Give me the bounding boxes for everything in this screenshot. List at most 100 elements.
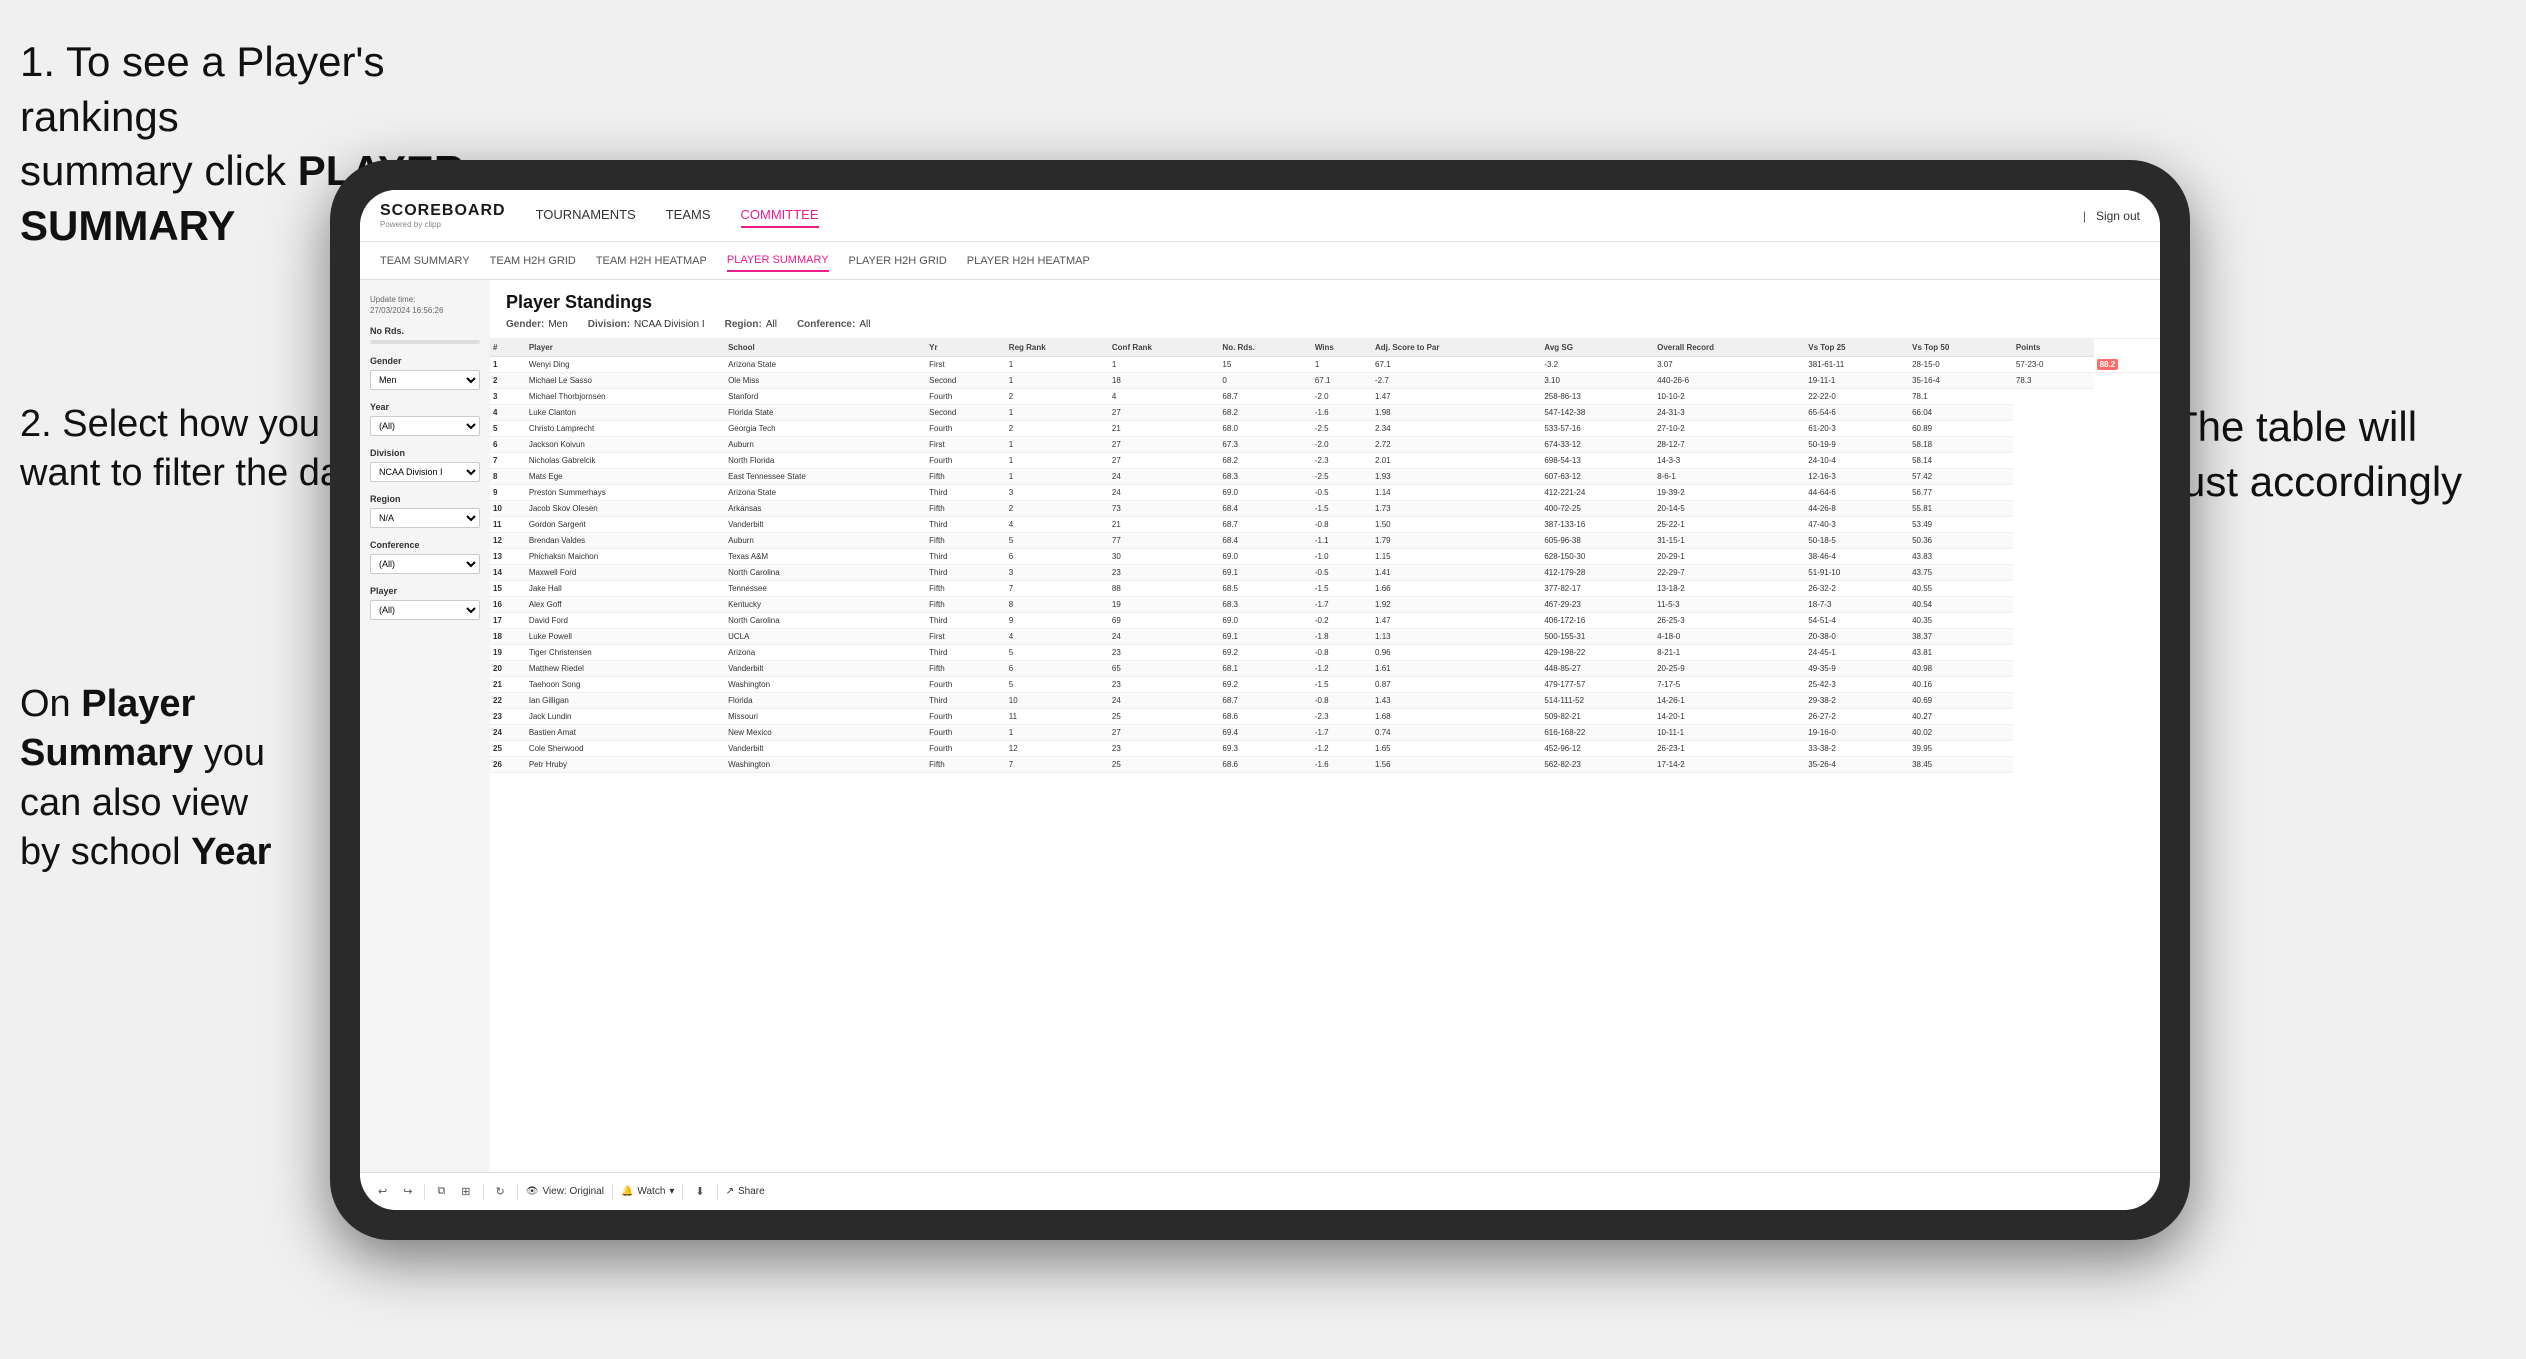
- table-cell-24-4: 12: [1006, 741, 1109, 757]
- table-cell-24-9: 452-96-12: [1541, 741, 1654, 757]
- table-cell-9-5: 73: [1109, 501, 1220, 517]
- col-avg-sg: Avg SG: [1541, 339, 1654, 357]
- filter-conference-val: All: [859, 319, 870, 330]
- table-cell-9-11: 44-26-8: [1805, 501, 1909, 517]
- update-time: 27/03/2024 16:56:26: [370, 306, 443, 315]
- paste-btn[interactable]: ⊞: [457, 1183, 474, 1200]
- table-cell-0-10: 3.07: [1654, 357, 1805, 373]
- table-cell-5-3: First: [926, 437, 1006, 453]
- table-cell-21-11: 29-38-2: [1805, 693, 1909, 709]
- nav-link-tournaments[interactable]: TOURNAMENTS: [536, 203, 636, 228]
- table-cell-22-0: 23: [490, 709, 526, 725]
- col-player: Player: [526, 339, 725, 357]
- table-cell-25-1: Petr Hruby: [526, 757, 725, 773]
- table-cell-18-7: -0.8: [1312, 645, 1372, 661]
- table-cell-23-10: 10-11-1: [1654, 725, 1805, 741]
- table-cell-4-8: 2.34: [1372, 421, 1541, 437]
- sidebar-no-rds: No Rds.: [370, 326, 480, 344]
- table-cell-7-11: 12-16-3: [1805, 469, 1909, 485]
- watch-btn[interactable]: 🔔 Watch ▾: [621, 1186, 674, 1197]
- gender-select[interactable]: Men: [370, 370, 480, 390]
- table-cell-11-5: 77: [1109, 533, 1220, 549]
- undo-btn[interactable]: ↩: [374, 1183, 391, 1200]
- table-cell-15-12: 40.54: [1909, 597, 2013, 613]
- table-cell-2-6: 68.7: [1219, 389, 1311, 405]
- year-select[interactable]: (All): [370, 416, 480, 436]
- no-rds-label: No Rds.: [370, 326, 480, 336]
- table-cell-4-1: Christo Lamprecht: [526, 421, 725, 437]
- table-cell-25-3: Fifth: [926, 757, 1006, 773]
- player-label: Player: [370, 586, 480, 596]
- subnav-team-h2h-heatmap[interactable]: TEAM H2H HEATMAP: [596, 251, 707, 271]
- refresh-btn[interactable]: ↻: [492, 1183, 509, 1200]
- table-row: 9Preston SummerhaysArizona StateThird324…: [490, 485, 2160, 501]
- table-cell-5-5: 27: [1109, 437, 1220, 453]
- table-cell-6-3: Fourth: [926, 453, 1006, 469]
- table-cell-4-10: 27-10-2: [1654, 421, 1805, 437]
- table-cell-22-2: Missouri: [725, 709, 926, 725]
- table-cell-7-6: 68.3: [1219, 469, 1311, 485]
- division-select[interactable]: NCAA Division I: [370, 462, 480, 482]
- table-cell-13-5: 23: [1109, 565, 1220, 581]
- view-original-btn[interactable]: 👁 View: Original: [526, 1186, 604, 1197]
- nav-separator: |: [2083, 209, 2086, 223]
- table-cell-24-8: 1.65: [1372, 741, 1541, 757]
- table-cell-17-10: 4-18-0: [1654, 629, 1805, 645]
- table-cell-9-6: 68.4: [1219, 501, 1311, 517]
- nav-right: | Sign out: [2083, 209, 2140, 223]
- table-cell-11-7: -1.1: [1312, 533, 1372, 549]
- player-select[interactable]: (All): [370, 600, 480, 620]
- table-cell-23-7: -1.7: [1312, 725, 1372, 741]
- subnav-player-h2h-heatmap[interactable]: PLAYER H2H HEATMAP: [967, 251, 1090, 271]
- table-cell-16-4: 9: [1006, 613, 1109, 629]
- table-cell-25-9: 562-82-23: [1541, 757, 1654, 773]
- copy-btn[interactable]: ⧉: [433, 1183, 449, 1200]
- subnav-team-h2h-grid[interactable]: TEAM H2H GRID: [490, 251, 576, 271]
- table-cell-6-11: 24-10-4: [1805, 453, 1909, 469]
- table-cell-25-8: 1.56: [1372, 757, 1541, 773]
- table-cell-0-4: 1: [1006, 357, 1109, 373]
- filter-division-val: NCAA Division I: [634, 319, 705, 330]
- conference-select[interactable]: (All): [370, 554, 480, 574]
- table-cell-7-10: 8-6-1: [1654, 469, 1805, 485]
- table-cell-9-7: -1.5: [1312, 501, 1372, 517]
- table-cell-16-5: 69: [1109, 613, 1220, 629]
- table-cell-7-8: 1.93: [1372, 469, 1541, 485]
- table-cell-13-3: Third: [926, 565, 1006, 581]
- subnav-team-summary[interactable]: TEAM SUMMARY: [380, 251, 470, 271]
- nav-link-teams[interactable]: TEAMS: [666, 203, 711, 228]
- table-cell-14-2: Tennessee: [725, 581, 926, 597]
- table-cell-2-5: 4: [1109, 389, 1220, 405]
- region-select[interactable]: N/A: [370, 508, 480, 528]
- download-btn[interactable]: ⬇: [691, 1183, 708, 1200]
- redo-btn[interactable]: ↪: [399, 1183, 416, 1200]
- filter-gender-val: Men: [548, 319, 567, 330]
- table-cell-21-12: 40.69: [1909, 693, 2013, 709]
- logo-area: SCOREBOARD Powered by clipp: [380, 202, 506, 229]
- table-cell-18-3: Third: [926, 645, 1006, 661]
- table-cell-18-5: 23: [1109, 645, 1220, 661]
- table-cell-24-2: Vanderbilt: [725, 741, 926, 757]
- logo-text: SCOREBOARD: [380, 202, 506, 220]
- watch-icon: 🔔: [621, 1186, 633, 1197]
- subnav-player-h2h-grid[interactable]: PLAYER H2H GRID: [849, 251, 947, 271]
- table-cell-4-0: 5: [490, 421, 526, 437]
- table-cell-5-9: 674-33-12: [1541, 437, 1654, 453]
- table-cell-9-0: 10: [490, 501, 526, 517]
- table-cell-14-4: 7: [1006, 581, 1109, 597]
- sign-out-link[interactable]: Sign out: [2096, 209, 2140, 223]
- table-cell-17-7: -1.8: [1312, 629, 1372, 645]
- table-cell-3-12: 66.04: [1909, 405, 2013, 421]
- table-cell-25-0: 26: [490, 757, 526, 773]
- nav-link-committee[interactable]: COMMITTEE: [741, 203, 819, 228]
- subnav-player-summary[interactable]: PLAYER SUMMARY: [727, 250, 829, 272]
- table-cell-22-10: 14-20-1: [1654, 709, 1805, 725]
- table-header-row: # Player School Yr Reg Rank Conf Rank No…: [490, 339, 2160, 357]
- table-row: 19Tiger ChristensenArizonaThird52369.2-0…: [490, 645, 2160, 661]
- conference-label: Conference: [370, 540, 480, 550]
- table-cell-2-0: 3: [490, 389, 526, 405]
- table-cell-22-5: 25: [1109, 709, 1220, 725]
- table-cell-23-5: 27: [1109, 725, 1220, 741]
- share-btn[interactable]: ↗ Share: [726, 1186, 765, 1197]
- table-cell-12-0: 13: [490, 549, 526, 565]
